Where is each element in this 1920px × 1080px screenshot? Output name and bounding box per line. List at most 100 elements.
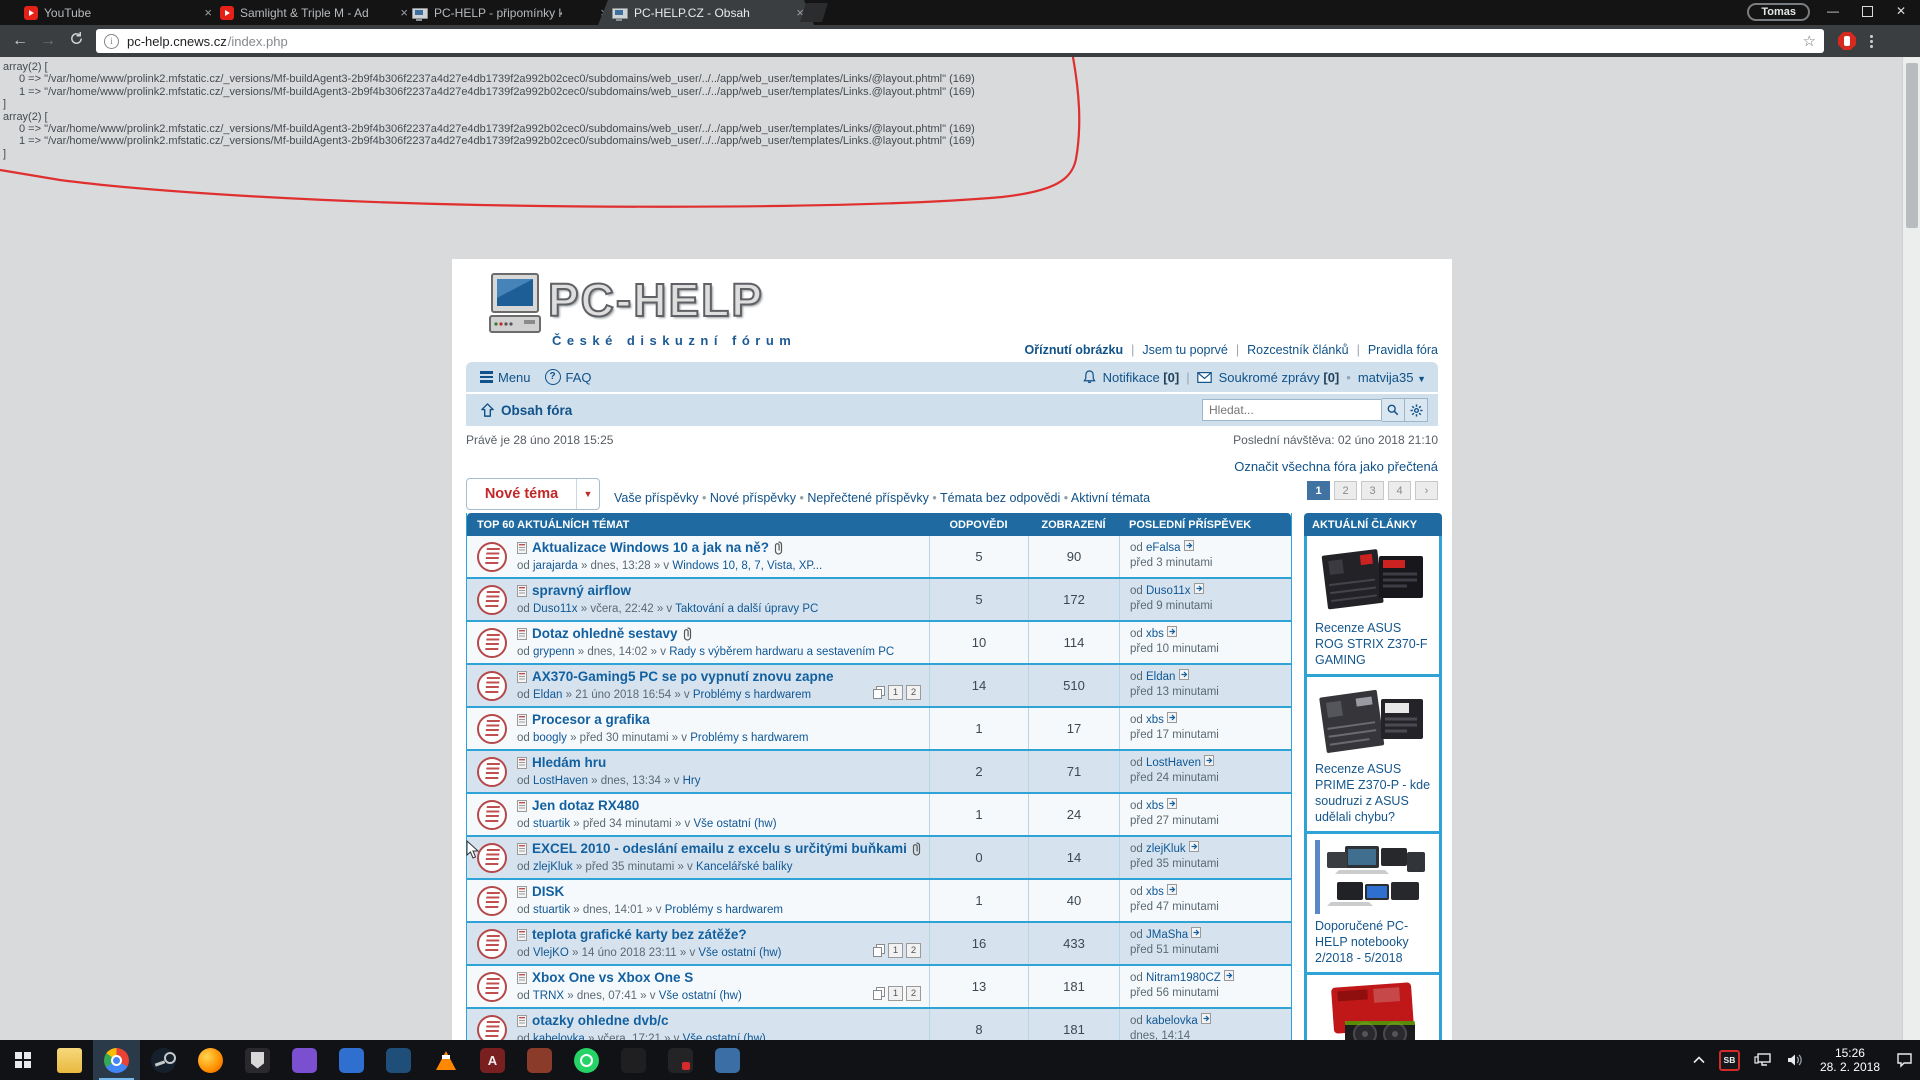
topic-author-link[interactable]: stuartik — [533, 818, 570, 830]
page-scrollbar[interactable] — [1902, 57, 1920, 1040]
search-button[interactable] — [1382, 398, 1405, 422]
topic-page-badge[interactable]: 2 — [906, 986, 921, 1001]
topic-author-link[interactable]: zlejKluk — [533, 861, 573, 873]
breadcrumb-board-index[interactable]: Obsah fóra — [501, 403, 572, 418]
topic-title-link[interactable]: Jen dotaz RX480 — [532, 798, 639, 814]
header-link[interactable]: Rozcestník článků — [1247, 343, 1348, 357]
topic-forum-link[interactable]: Taktování a další úpravy PC — [675, 603, 818, 615]
tray-app-icon[interactable]: SB — [1712, 1040, 1747, 1080]
taskbar-app-epic-games[interactable] — [234, 1040, 281, 1080]
topic-title-link[interactable]: Procesor a grafika — [532, 712, 650, 728]
browser-tab[interactable]: PC-HELP.CZ - Obsah × — [598, 0, 814, 25]
reload-icon[interactable] — [62, 31, 90, 51]
taskbar-app-firefox[interactable] — [187, 1040, 234, 1080]
last-post-author-link[interactable]: Duso11x — [1146, 585, 1191, 597]
topic-forum-link[interactable]: Hry — [683, 775, 701, 787]
topic-title-link[interactable]: spravný airflow — [532, 583, 631, 599]
taskbar-clock[interactable]: 15:26 28. 2. 2018 — [1811, 1046, 1889, 1074]
taskbar-app-app-darkred[interactable]: A — [469, 1040, 516, 1080]
address-bar[interactable]: i pc-help.cnews.cz /index.php ☆ — [96, 29, 1824, 53]
volume-icon[interactable] — [1779, 1040, 1811, 1080]
topic-forum-link[interactable]: Vše ostatní (hw) — [659, 990, 742, 1002]
topic-title-link[interactable]: DISK — [532, 884, 564, 900]
topic-title-link[interactable]: Xbox One vs Xbox One S — [532, 970, 693, 986]
topic-forum-link[interactable]: Problémy s hardwarem — [693, 689, 811, 701]
last-post-author-link[interactable]: LostHaven — [1146, 757, 1201, 769]
search-settings-button[interactable] — [1405, 398, 1428, 422]
browser-tab[interactable]: YouTube × — [10, 0, 222, 25]
goto-last-post-icon[interactable] — [1184, 540, 1194, 551]
topic-author-link[interactable]: Eldan — [533, 689, 562, 701]
topic-title-link[interactable]: Aktualizace Windows 10 a jak na ně? — [532, 540, 769, 556]
goto-last-post-icon[interactable] — [1167, 626, 1177, 637]
taskbar-app-chrome[interactable] — [93, 1040, 140, 1080]
taskbar-app-app-black-red[interactable] — [657, 1040, 704, 1080]
topic-title-link[interactable]: teplota grafické karty bez zátěže? — [532, 927, 747, 943]
topic-forum-link[interactable]: Vše ostatní (hw) — [698, 947, 781, 959]
article-title-link[interactable]: Recenze ASUS PRIME Z370-P - kde soudruzi… — [1307, 761, 1439, 825]
taskbar-app-app-darkblue[interactable] — [375, 1040, 422, 1080]
topic-forum-link[interactable]: Kancelářské balíky — [696, 861, 793, 873]
goto-last-post-icon[interactable] — [1194, 583, 1204, 594]
back-icon[interactable]: ← — [6, 32, 34, 50]
taskbar-app-app-blue[interactable] — [328, 1040, 375, 1080]
search-input[interactable] — [1202, 399, 1382, 421]
goto-last-post-icon[interactable] — [1201, 1013, 1211, 1024]
private-messages-link[interactable]: Soukromé zprávy [0] — [1219, 370, 1340, 385]
network-icon[interactable] — [1747, 1040, 1779, 1080]
last-post-author-link[interactable]: xbs — [1146, 628, 1164, 640]
pagination-page[interactable]: 1 — [1307, 481, 1330, 500]
new-topic-button[interactable]: Nové téma ▼ — [466, 478, 600, 510]
header-link[interactable]: Pravidla fóra — [1368, 343, 1438, 357]
goto-last-post-icon[interactable] — [1191, 927, 1201, 938]
forward-icon[interactable]: → — [34, 32, 62, 50]
last-post-author-link[interactable]: xbs — [1146, 886, 1164, 898]
browser-tab[interactable]: PC-HELP - připomínky k × — [398, 0, 618, 25]
menu-button[interactable]: Menu — [480, 370, 531, 385]
notifications-link[interactable]: Notifikace [0] — [1103, 370, 1180, 385]
taskbar-app-steam[interactable] — [140, 1040, 187, 1080]
quick-link[interactable]: Aktivní témata — [1071, 491, 1150, 505]
goto-last-post-icon[interactable] — [1224, 970, 1234, 981]
bookmark-star-icon[interactable]: ☆ — [1803, 32, 1816, 50]
topic-page-badge[interactable]: 1 — [888, 685, 903, 700]
taskbar-app-file-explorer[interactable] — [46, 1040, 93, 1080]
last-post-author-link[interactable]: JMaSha — [1146, 929, 1188, 941]
pagination-page[interactable]: 3 — [1361, 481, 1384, 500]
last-post-author-link[interactable]: xbs — [1146, 800, 1164, 812]
mark-forums-read-link[interactable]: Označit všechna fóra jako přečtená — [1234, 459, 1438, 474]
action-center-icon[interactable] — [1889, 1040, 1920, 1080]
topic-author-link[interactable]: Duso11x — [533, 603, 578, 615]
scrollbar-thumb[interactable] — [1906, 63, 1918, 228]
last-post-author-link[interactable]: kabelovka — [1146, 1015, 1198, 1027]
topic-author-link[interactable]: grypenn — [533, 646, 575, 658]
goto-last-post-icon[interactable] — [1167, 798, 1177, 809]
article-thumbnail-notebooks[interactable] — [1315, 840, 1431, 914]
browser-menu-icon[interactable] — [1870, 35, 1873, 48]
last-post-author-link[interactable]: Eldan — [1146, 671, 1175, 683]
topic-title-link[interactable]: EXCEL 2010 - odeslání emailu z excelu s … — [532, 841, 907, 857]
topic-page-badge[interactable]: 2 — [906, 685, 921, 700]
last-post-author-link[interactable]: xbs — [1146, 714, 1164, 726]
topic-page-badge[interactable]: 2 — [906, 943, 921, 958]
taskbar-app-app-dark[interactable] — [610, 1040, 657, 1080]
topic-author-link[interactable]: jarajarda — [533, 560, 578, 572]
topic-author-link[interactable]: LostHaven — [533, 775, 588, 787]
quick-link[interactable]: Témata bez odpovědi — [940, 491, 1060, 505]
topic-page-badge[interactable]: 1 — [888, 943, 903, 958]
adblock-extension-icon[interactable] — [1838, 32, 1856, 50]
taskbar-app-whatsapp[interactable] — [563, 1040, 610, 1080]
goto-last-post-icon[interactable] — [1179, 669, 1189, 680]
pagination-next[interactable]: › — [1415, 481, 1438, 500]
browser-profile-button[interactable]: Tomas — [1747, 3, 1810, 21]
last-post-author-link[interactable]: eFalsa — [1146, 542, 1181, 554]
tray-expand-chevron[interactable] — [1686, 1040, 1712, 1080]
topic-forum-link[interactable]: Problémy s hardwarem — [690, 732, 808, 744]
article-thumbnail-prime-motherboard[interactable] — [1315, 683, 1431, 757]
last-post-author-link[interactable]: zlejKluk — [1146, 843, 1186, 855]
article-thumbnail-rog-motherboard[interactable] — [1315, 542, 1431, 616]
browser-tab[interactable]: Samlight & Triple M - Ad × — [206, 0, 418, 25]
article-title-link[interactable]: Recenze ASUS ROG STRIX Z370-F GAMING — [1307, 620, 1439, 668]
faq-link[interactable]: ? FAQ — [545, 369, 592, 385]
topic-forum-link[interactable]: Windows 10, 8, 7, Vista, XP... — [672, 560, 822, 572]
